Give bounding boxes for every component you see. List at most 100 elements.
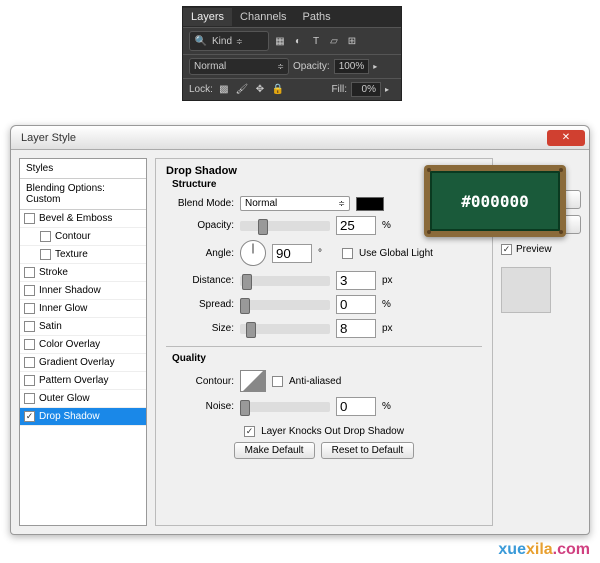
tab-channels[interactable]: Channels	[232, 8, 294, 26]
opacity-value[interactable]: 100%	[334, 59, 370, 74]
blend-mode-select[interactable]: Normal ≑	[189, 58, 289, 75]
size-input[interactable]	[336, 319, 376, 338]
style-outer-glow[interactable]: Outer Glow	[20, 390, 146, 408]
opacity-slider[interactable]	[240, 221, 330, 231]
distance-label: Distance:	[166, 275, 234, 286]
type-filter-icon[interactable]: T	[309, 34, 323, 48]
antialiased-checkbox[interactable]	[272, 376, 283, 387]
lock-all-icon[interactable]: 🔒	[271, 83, 285, 97]
style-label: Outer Glow	[39, 393, 90, 404]
style-satin[interactable]: Satin	[20, 318, 146, 336]
shadow-color-swatch[interactable]	[356, 197, 384, 211]
preview-label: Preview	[516, 244, 552, 255]
spread-input[interactable]	[336, 295, 376, 314]
preview-row: Preview	[501, 244, 581, 255]
style-inner-glow[interactable]: Inner Glow	[20, 300, 146, 318]
checkbox[interactable]	[24, 321, 35, 332]
knockout-row: Layer Knocks Out Drop Shadow	[166, 426, 482, 437]
pixel-filter-icon[interactable]: ▦	[273, 34, 287, 48]
angle-dial[interactable]	[240, 240, 266, 266]
opacity-input[interactable]	[336, 216, 376, 235]
fill-flyout-icon[interactable]: ▸	[385, 85, 395, 94]
spread-slider[interactable]	[240, 300, 330, 310]
checkbox[interactable]	[24, 285, 35, 296]
blend-mode-value: Normal	[194, 61, 226, 72]
noise-unit: %	[382, 401, 400, 412]
filter-kind-select[interactable]: 🔍 Kind ≑	[189, 31, 269, 51]
contour-label: Contour:	[166, 376, 234, 387]
checkbox[interactable]	[24, 303, 35, 314]
tab-layers[interactable]: Layers	[183, 8, 232, 26]
angle-label: Angle:	[166, 248, 234, 259]
style-label: Satin	[39, 321, 62, 332]
checkbox[interactable]	[24, 411, 35, 422]
spread-unit: %	[382, 299, 400, 310]
checkbox[interactable]	[24, 213, 35, 224]
distance-input[interactable]	[336, 271, 376, 290]
fill-value[interactable]: 0%	[351, 82, 381, 97]
opacity-flyout-icon[interactable]: ▸	[373, 62, 383, 71]
checkbox[interactable]	[24, 267, 35, 278]
lock-transparent-icon[interactable]: ▩	[217, 83, 231, 97]
style-inner-shadow[interactable]: Inner Shadow	[20, 282, 146, 300]
style-gradient-overlay[interactable]: Gradient Overlay	[20, 354, 146, 372]
blending-options-header[interactable]: Blending Options: Custom	[20, 179, 146, 210]
checkbox[interactable]	[24, 375, 35, 386]
distance-row: Distance: px	[166, 271, 482, 290]
checkbox[interactable]	[24, 393, 35, 404]
style-drop-shadow[interactable]: Drop Shadow	[20, 408, 146, 426]
filter-label: Kind	[212, 36, 232, 47]
global-light-checkbox[interactable]	[342, 248, 353, 259]
blend-mode-label: Blend Mode:	[166, 198, 234, 209]
size-unit: px	[382, 323, 400, 334]
quality-label: Quality	[172, 353, 482, 364]
adjustment-filter-icon[interactable]: ◐	[291, 34, 305, 48]
style-label: Contour	[55, 231, 91, 242]
make-default-button[interactable]: Make Default	[234, 442, 315, 459]
panel-tabs: Layers Channels Paths	[183, 7, 401, 27]
color-annotation-chalkboard: #000000	[424, 165, 566, 237]
layers-panel: Layers Channels Paths 🔍 Kind ≑ ▦ ◐ T ▱ ⊞…	[182, 6, 402, 101]
lock-row: Lock: ▩ 🖌 ✥ 🔒 Fill: 0% ▸	[183, 78, 401, 100]
spread-label: Spread:	[166, 299, 234, 310]
checkbox[interactable]	[40, 249, 51, 260]
style-label: Stroke	[39, 267, 68, 278]
style-color-overlay[interactable]: Color Overlay	[20, 336, 146, 354]
knockout-label: Layer Knocks Out Drop Shadow	[261, 426, 404, 437]
style-stroke[interactable]: Stroke	[20, 264, 146, 282]
styles-header[interactable]: Styles	[20, 159, 146, 179]
contour-picker[interactable]	[240, 370, 266, 392]
checkbox[interactable]	[40, 231, 51, 242]
reset-default-button[interactable]: Reset to Default	[321, 442, 415, 459]
dialog-titlebar[interactable]: Layer Style ✕	[11, 126, 589, 150]
checkbox[interactable]	[24, 339, 35, 350]
noise-slider[interactable]	[240, 402, 330, 412]
size-slider[interactable]	[240, 324, 330, 334]
opacity-unit: %	[382, 220, 400, 231]
knockout-checkbox[interactable]	[244, 426, 255, 437]
style-pattern-overlay[interactable]: Pattern Overlay	[20, 372, 146, 390]
filter-row: 🔍 Kind ≑ ▦ ◐ T ▱ ⊞	[183, 27, 401, 54]
lock-position-icon[interactable]: ✥	[253, 83, 267, 97]
checkbox[interactable]	[24, 357, 35, 368]
smart-filter-icon[interactable]: ⊞	[345, 34, 359, 48]
lock-pixels-icon[interactable]: 🖌	[235, 83, 249, 97]
distance-slider[interactable]	[240, 276, 330, 286]
noise-input[interactable]	[336, 397, 376, 416]
shape-filter-icon[interactable]: ▱	[327, 34, 341, 48]
distance-unit: px	[382, 275, 400, 286]
style-texture[interactable]: Texture	[20, 246, 146, 264]
blend-mode-select[interactable]: Normal ≑	[240, 196, 350, 211]
tab-paths[interactable]: Paths	[295, 8, 339, 26]
fill-label: Fill:	[331, 84, 347, 95]
style-label: Inner Shadow	[39, 285, 101, 296]
style-bevel-emboss[interactable]: Bevel & Emboss	[20, 210, 146, 228]
close-button[interactable]: ✕	[547, 130, 585, 146]
style-contour[interactable]: Contour	[20, 228, 146, 246]
size-row: Size: px	[166, 319, 482, 338]
preview-checkbox[interactable]	[501, 244, 512, 255]
dropdown-icon: ≑	[236, 37, 243, 46]
angle-input[interactable]	[272, 244, 312, 263]
noise-label: Noise:	[166, 401, 234, 412]
watermark: xuexila.com	[498, 541, 590, 559]
